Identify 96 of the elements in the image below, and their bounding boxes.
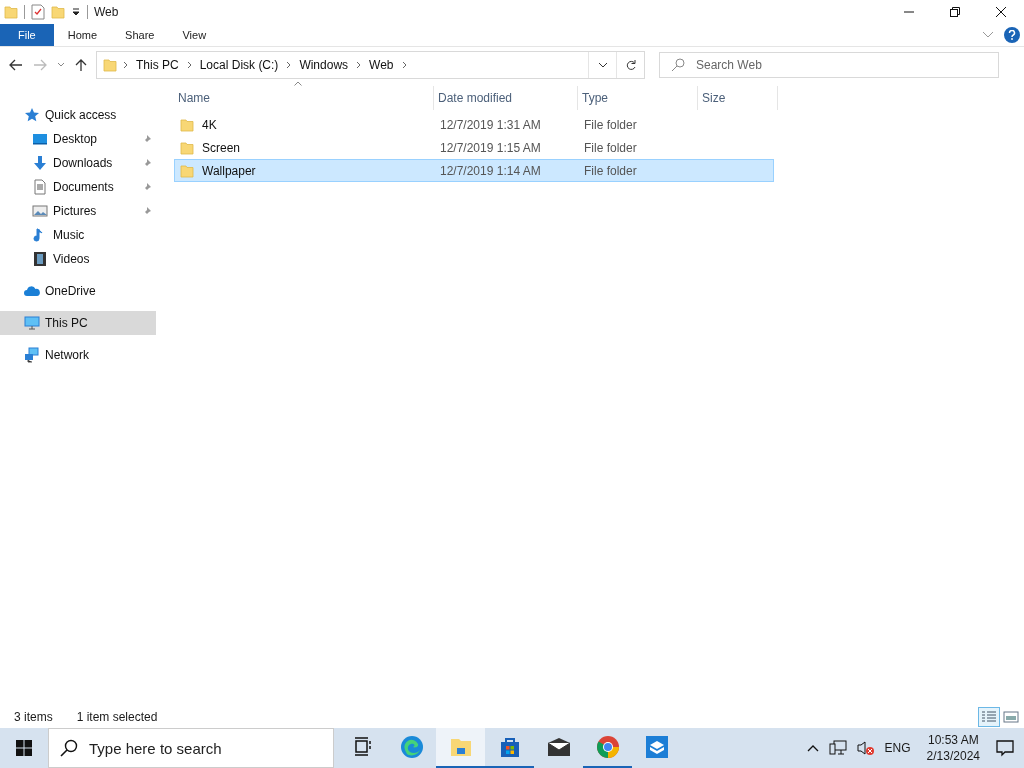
sidebar-label: Videos [53,252,91,266]
desktop-icon [32,131,48,147]
sidebar-item[interactable]: Quick access [0,103,156,127]
ribbon-tab[interactable]: Share [111,24,169,46]
picture-icon [32,203,48,219]
notification-icon[interactable] [996,739,1014,757]
monitor-icon [24,315,40,331]
cloud-icon [24,283,40,299]
chevron-right-icon [286,61,292,69]
large-icons-view-icon [1003,710,1019,724]
selection-count: 1 item selected [76,710,158,724]
sidebar-item[interactable]: Network [0,343,156,367]
document-icon [32,179,48,195]
folder-icon [180,140,194,155]
dropdown-icon[interactable] [71,7,81,17]
date-cell-text: 12/7/2019 1:14 AM [439,163,542,178]
type-cell-text: File folder [583,140,638,155]
restore-icon [949,6,961,18]
language-indicator[interactable]: ENG [884,741,911,755]
sidebar-item[interactable]: Pictures [0,199,156,223]
column-header[interactable]: Date modified [434,86,578,110]
breadcrumb-item[interactable]: Windows [297,58,351,72]
file-row[interactable]: Wallpaper 12/7/2019 1:14 AM File folder [174,159,774,182]
window-title: Web [94,5,120,19]
details-view-icon [981,710,997,724]
breadcrumb-item[interactable]: This PC [134,58,181,72]
date-cell-text: 12/7/2019 1:15 AM [439,140,542,155]
search-icon [671,58,685,72]
network-icon [24,347,40,363]
clock[interactable]: 10:53 AM 2/13/2024 [920,732,986,764]
swirl-logo-icon [399,735,424,759]
chrome-logo-icon [595,735,620,759]
folder-icon [103,58,117,72]
folder-icon [180,117,194,132]
chevron-right-icon [186,61,192,69]
sidebar-label: Quick access [45,108,118,122]
address-bar[interactable]: This PC Local Disk (C:) Windows Web [96,51,645,79]
sidebar-label: Desktop [53,132,99,146]
file-name: Screen [202,140,241,155]
sidebar-label: This PC [45,316,89,330]
chevron-up-icon[interactable] [806,744,819,752]
folder-icon [4,5,18,19]
taskbar-app-button[interactable] [436,728,485,768]
ribbon-tab[interactable]: Home [53,24,112,46]
properties-icon[interactable] [31,4,45,20]
sidebar-item[interactable]: OneDrive [0,279,156,303]
sidebar-label: Downloads [53,156,114,170]
column-header[interactable]: Name [174,86,434,110]
box-app-icon [644,735,669,759]
column-header[interactable]: Type [578,86,698,110]
type-cell-text: File folder [583,117,638,132]
chevron-right-icon [356,61,362,69]
refresh-icon [624,59,637,71]
new-folder-icon [51,5,65,19]
date-cell-text: 12/7/2019 1:31 AM [439,117,542,132]
folder-icon [180,163,194,178]
expand-ribbon-icon[interactable] [982,31,994,39]
sidebar-item[interactable]: This PC [0,311,156,335]
windows-logo-icon [16,740,32,756]
type-cell-text: File folder [583,163,638,178]
muted-speaker-icon[interactable] [856,740,875,756]
chevron-right-icon [123,61,128,69]
film-icon [32,251,48,267]
sidebar-label: Network [45,348,90,362]
sidebar-label: Documents [53,180,115,194]
column-header[interactable]: Size [698,86,778,110]
sidebar-label: OneDrive [45,284,97,298]
file-row[interactable]: Screen 12/7/2019 1:15 AM File folder [174,136,774,159]
network-monitor-icon[interactable] [828,740,847,756]
envelope-icon [546,735,571,759]
sidebar-item[interactable]: Music [0,223,156,247]
file-row[interactable]: 4K 12/7/2019 1:31 AM File folder [174,113,774,136]
chevron-down-icon [597,62,608,68]
breadcrumb-item[interactable]: Web [367,58,396,72]
sidebar-label: Music [53,228,86,242]
item-count: 3 items [14,710,53,724]
download-arrow-icon [32,155,48,171]
taskbar-search-field[interactable]: Type here to search [48,728,334,768]
sidebar-label: Pictures [53,204,98,218]
view-toggle-button[interactable] [978,707,1000,727]
chevron-right-icon [401,61,407,69]
file-name: Wallpaper [202,163,256,178]
sidebar-item[interactable]: Videos [0,247,156,271]
sort-ascending-icon [294,81,302,86]
ribbon-tab[interactable]: File [0,24,54,46]
close-icon [995,6,1007,18]
sidebar-item[interactable]: Downloads [0,151,156,175]
help-icon[interactable] [1004,27,1020,43]
star-icon [24,107,40,123]
search-icon [60,739,78,757]
sidebar-item[interactable]: Documents [0,175,156,199]
breadcrumb-item[interactable]: Local Disk (C:) [197,58,281,72]
file-name: 4K [202,117,217,132]
sidebar-item[interactable]: Desktop [0,127,156,151]
ribbon-tab[interactable]: View [168,24,221,46]
search-field[interactable]: Search Web [659,52,999,78]
